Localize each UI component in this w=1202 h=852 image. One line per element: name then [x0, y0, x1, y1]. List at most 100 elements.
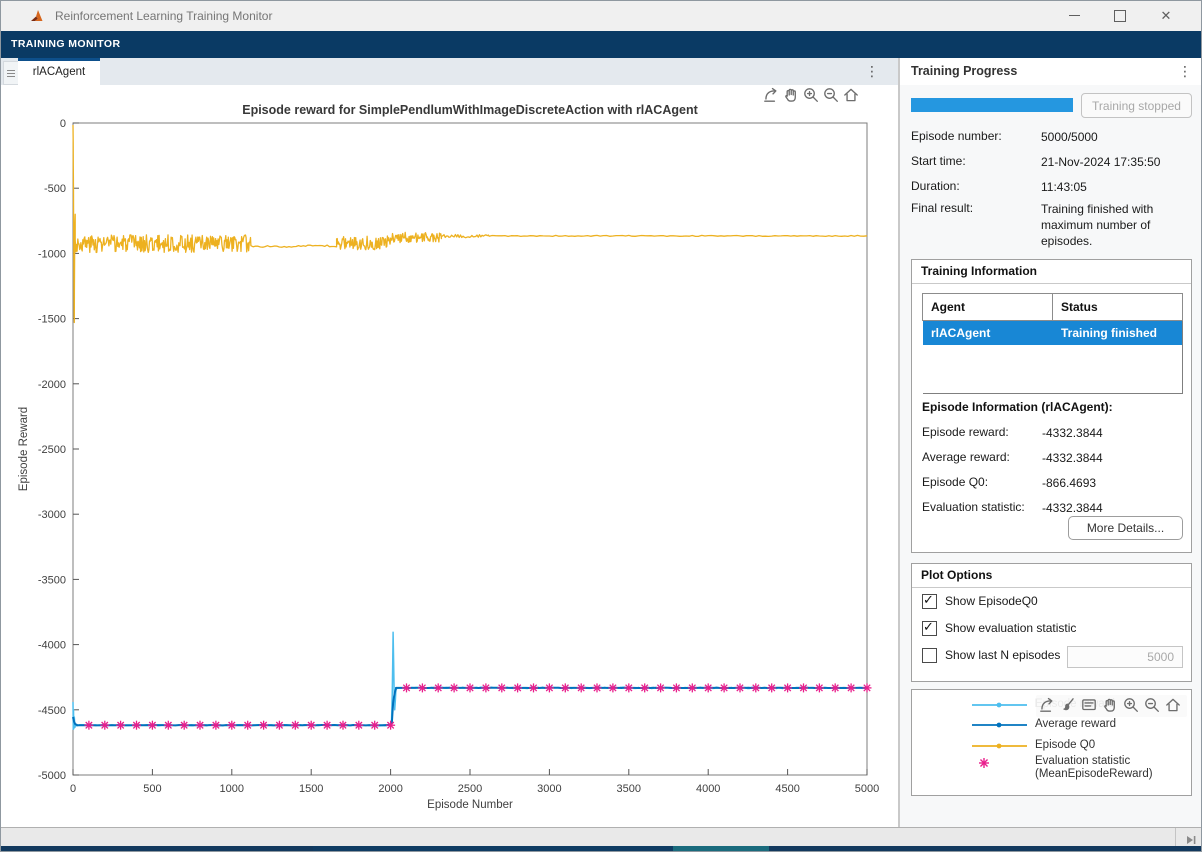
svg-text:0: 0	[70, 783, 76, 795]
field-label: Start time:	[911, 154, 966, 168]
svg-text:-5000: -5000	[38, 770, 66, 782]
matlab-logo-icon	[29, 8, 45, 24]
field-label: Duration:	[911, 179, 960, 193]
close-button[interactable]: ✕	[1143, 1, 1189, 30]
svg-text:-4500: -4500	[38, 705, 66, 717]
field-value: Training finished with maximum number of…	[1041, 201, 1181, 249]
title-bar: Reinforcement Learning Training Monitor …	[1, 1, 1201, 31]
window-controls: ✕	[1051, 1, 1189, 31]
minimize-icon	[1069, 15, 1080, 16]
progress-bar	[911, 98, 1073, 112]
pan-icon[interactable]	[1101, 696, 1122, 716]
home-icon[interactable]	[1164, 696, 1185, 716]
status-bar-divider	[1175, 828, 1176, 846]
table-header-row: Agent Status	[923, 294, 1183, 321]
maximize-button[interactable]	[1097, 1, 1143, 30]
training-stopped-button[interactable]: Training stopped	[1081, 93, 1192, 118]
svg-text:3500: 3500	[617, 783, 641, 795]
svg-text:1500: 1500	[299, 783, 323, 795]
svg-text:Episode reward for SimplePendl: Episode reward for SimplePendlumWithImag…	[242, 103, 698, 117]
field-label: Episode reward:	[922, 425, 1009, 439]
brush-icon[interactable]	[1059, 696, 1080, 716]
svg-text:500: 500	[143, 783, 161, 795]
checkbox-icon	[922, 621, 937, 636]
export-icon[interactable]	[762, 86, 782, 106]
zoom-in-icon[interactable]	[802, 86, 822, 106]
column-status[interactable]: Status	[1053, 294, 1183, 321]
svg-text:Episode Number: Episode Number	[427, 799, 513, 811]
column-agent[interactable]: Agent	[923, 294, 1053, 321]
checkbox-label: Show last N episodes	[945, 648, 1060, 663]
svg-text:4000: 4000	[696, 783, 720, 795]
svg-text:2500: 2500	[458, 783, 482, 795]
field-label: Episode number:	[911, 129, 1002, 143]
svg-text:2000: 2000	[378, 783, 402, 795]
tab-label: rlACAgent	[33, 66, 85, 78]
svg-text:-4000: -4000	[38, 640, 66, 652]
field-value: 21-Nov-2024 17:35:50	[1041, 154, 1181, 170]
close-icon: ✕	[1161, 9, 1172, 22]
table-row[interactable]: rlACAgent Training finished	[923, 321, 1183, 346]
panel-menu-icon[interactable]: ⋮	[1177, 58, 1193, 85]
export-icon[interactable]	[1038, 696, 1059, 716]
field-label: Evaluation statistic:	[922, 500, 1025, 514]
app-window: Reinforcement Learning Training Monitor …	[0, 0, 1202, 852]
progress-bar-fill	[911, 98, 1073, 112]
field-label: Final result:	[911, 201, 973, 215]
svg-text:-1500: -1500	[38, 314, 66, 326]
legend-sublabel: (MeanEpisodeReward)	[1035, 768, 1153, 780]
checkbox-icon	[922, 648, 937, 663]
n-episodes-input[interactable]	[1067, 646, 1183, 668]
field-value: 5000/5000	[1041, 129, 1181, 145]
field-value: 11:43:05	[1041, 179, 1181, 195]
ribbon-tab-training-monitor[interactable]: TRAINING MONITOR	[11, 31, 120, 58]
zoom-in-icon[interactable]	[1122, 696, 1143, 716]
checkbox-label: Show evaluation statistic	[945, 621, 1076, 636]
svg-text:5000: 5000	[855, 783, 879, 795]
svg-text:-2000: -2000	[38, 379, 66, 391]
line-sample-icon	[972, 717, 1027, 733]
checkbox-label: Show EpisodeQ0	[945, 594, 1038, 609]
status-bar	[1, 827, 1201, 846]
chart-legend: Episode reward Average reward Episode Q0…	[911, 689, 1192, 796]
field-value: -866.4693	[1042, 475, 1182, 491]
table-empty-row	[923, 345, 1183, 394]
cell-status: Training finished	[1053, 321, 1183, 346]
svg-text:1000: 1000	[220, 783, 244, 795]
datatip-icon[interactable]	[1080, 696, 1101, 716]
tab-strip-menu-icon[interactable]: ⋮	[864, 58, 880, 85]
legend-label: Evaluation statistic	[1035, 755, 1130, 767]
line-sample-icon	[972, 738, 1027, 754]
legend-label: Episode Q0	[1035, 739, 1095, 751]
section-title: Plot Options	[912, 564, 1191, 588]
training-information-section: Training Information Agent Status rlACAg…	[911, 259, 1192, 553]
svg-text:-1000: -1000	[38, 248, 66, 260]
line-sample-icon	[972, 697, 1027, 713]
maximize-icon	[1114, 10, 1126, 22]
ribbon: TRAINING MONITOR	[1, 31, 1201, 58]
more-details-button[interactable]: More Details...	[1068, 516, 1183, 540]
pan-icon[interactable]	[782, 86, 802, 106]
field-value: -4332.3844	[1042, 450, 1182, 466]
figure-area: 0500100015002000250030003500400045005000…	[1, 85, 898, 827]
zoom-out-icon[interactable]	[822, 86, 842, 106]
reward-chart[interactable]: 0500100015002000250030003500400045005000…	[1, 85, 898, 827]
zoom-out-icon[interactable]	[1143, 696, 1164, 716]
agent-status-table: Agent Status rlACAgent Training finished	[922, 293, 1183, 394]
plot-options-section: Plot Options Show EpisodeQ0 Show evaluat…	[911, 563, 1192, 682]
tab-rlacagent[interactable]: rlACAgent	[18, 58, 100, 86]
legend-toolbar	[1036, 695, 1187, 717]
panel-title: Training Progress	[911, 58, 1017, 85]
tab-strip-handle[interactable]	[3, 61, 19, 85]
cell-agent: rlACAgent	[923, 321, 1053, 346]
field-label: Episode Q0:	[922, 475, 988, 489]
svg-text:-2500: -2500	[38, 444, 66, 456]
field-value: -4332.3844	[1042, 425, 1182, 441]
svg-text:Episode Reward: Episode Reward	[18, 407, 30, 491]
taskbar-strip	[1, 846, 1201, 852]
episode-info-title: Episode Information (rlACAgent):	[922, 400, 1113, 414]
minimize-button[interactable]	[1051, 1, 1097, 30]
svg-text:-3000: -3000	[38, 509, 66, 521]
home-icon[interactable]	[842, 86, 862, 106]
svg-text:3000: 3000	[537, 783, 561, 795]
